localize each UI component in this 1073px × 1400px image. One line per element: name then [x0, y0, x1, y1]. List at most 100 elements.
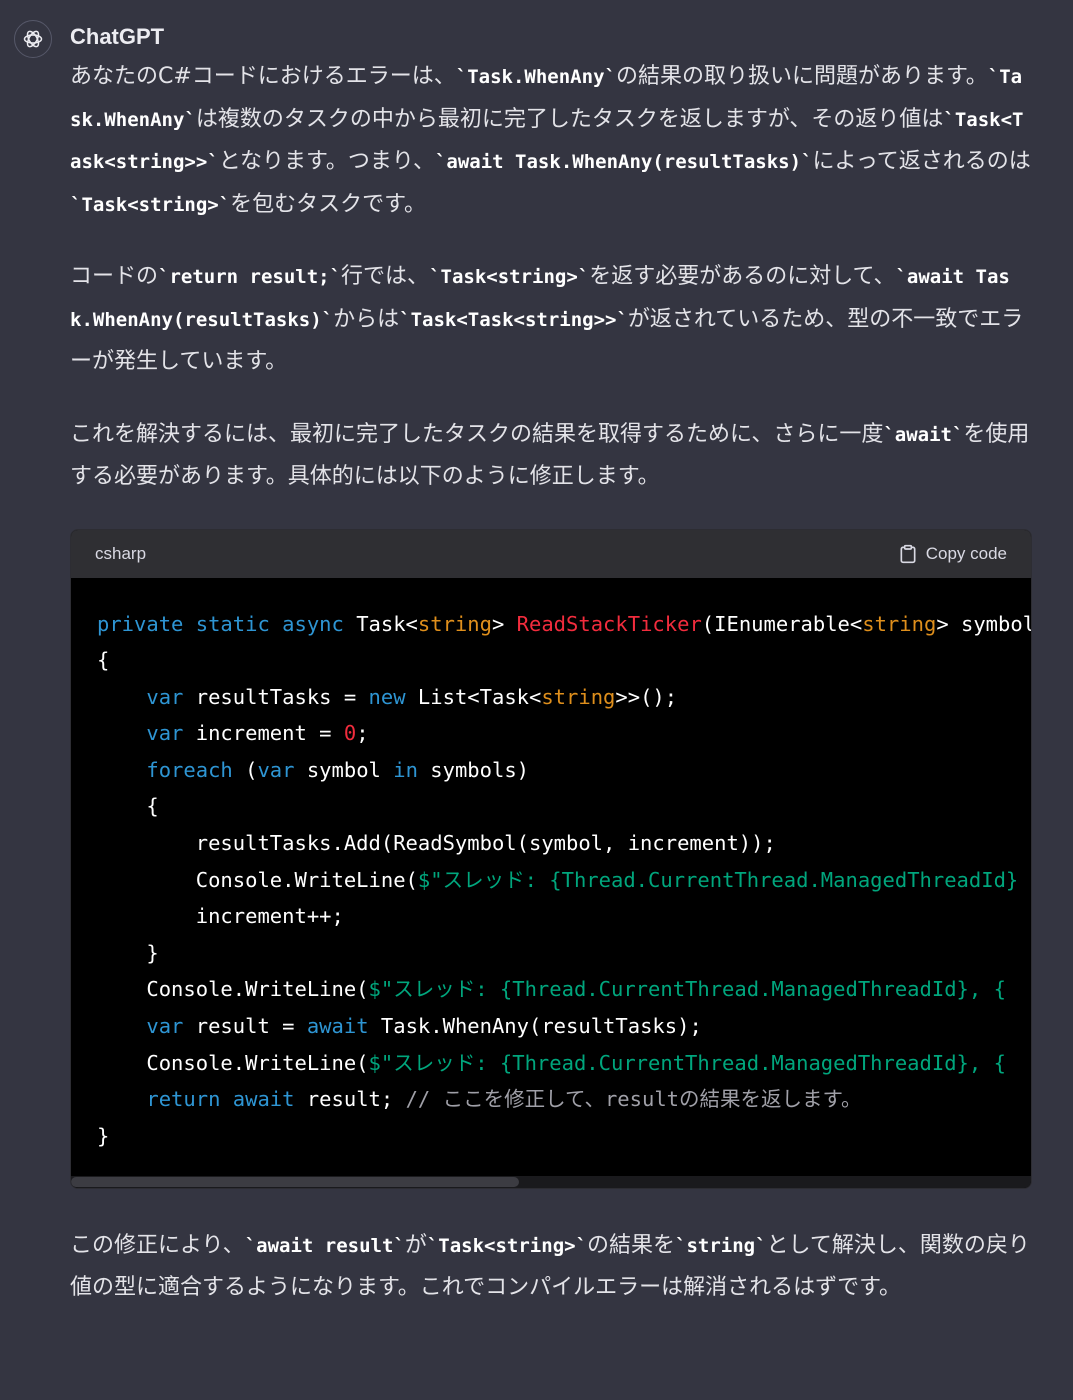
code-line: var result = await Task.WhenAny(resultTa… — [97, 1014, 702, 1039]
inline-code: `Task<Task<string>>` — [399, 308, 628, 331]
code-token: 0 — [343, 721, 357, 746]
code-token: Task.WhenAny(resultTasks); — [368, 1014, 702, 1039]
code-token: } — [97, 1123, 110, 1148]
text-segment: となります。つまり、 — [218, 149, 435, 174]
code-token: private static async — [97, 611, 357, 636]
code-language-label: csharp — [95, 543, 147, 563]
text-segment: は複数のタスクの中から最初に完了したタスクを返しますが、その返り値は — [195, 106, 944, 132]
code-token: var — [146, 721, 184, 746]
assistant-message: あなたのC#コードにおけるエラーは、`Task.WhenAny`の結果の取り扱い… — [70, 56, 1032, 1310]
code-line: increment++; — [97, 904, 344, 928]
code-token: ( — [232, 757, 258, 782]
code-line: private static async Task<string> ReadSt… — [97, 612, 1031, 636]
code-token: resultTasks = — [183, 684, 369, 709]
code-token: (IEnumerable< — [701, 611, 863, 636]
code-token: increment = — [183, 721, 344, 746]
code-line: } — [97, 1124, 109, 1148]
code-token: foreach — [146, 757, 233, 782]
code-token: string — [862, 611, 937, 636]
code-token: >>(); — [615, 684, 678, 709]
message-paragraph-2: コードの`return result;`行では、`Task<string>`を返… — [70, 256, 1032, 384]
inline-code: `await Task.WhenAny(resultTasks)` — [434, 151, 813, 173]
scrollbar-thumb[interactable] — [71, 1176, 519, 1187]
text-segment: 行では、 — [341, 264, 430, 289]
code-token: string — [541, 684, 616, 709]
code-token: { — [97, 794, 159, 819]
assistant-avatar — [14, 20, 52, 58]
code-token: await — [306, 1014, 369, 1039]
code-line: Console.WriteLine($"スレッド: {Thread.Curren… — [97, 867, 1019, 892]
code-token: } — [97, 940, 159, 965]
inline-code: `return result;` — [158, 266, 342, 288]
code-token: var — [146, 684, 184, 709]
text-segment: コードの — [70, 264, 159, 289]
inline-code: `Task<string>` — [426, 1234, 588, 1257]
code-token: result; — [294, 1087, 406, 1112]
code-token: Console.WriteLine( — [97, 1050, 369, 1075]
inline-code: `await` — [883, 423, 964, 446]
inline-code: `await result` — [244, 1234, 405, 1257]
code-token: $"スレッド: {Thread.CurrentThread.ManagedThr… — [368, 977, 1006, 1002]
code-token: var — [257, 757, 295, 782]
code-block-header: csharp Copy code — [71, 529, 1031, 578]
code-line: return await result; // ここを修正して、resultの結… — [97, 1087, 861, 1111]
text-segment: の結果を — [587, 1232, 676, 1258]
code-token: increment++; — [97, 904, 344, 929]
code-token: Console.WriteLine( — [97, 977, 369, 1002]
code-line: foreach (var symbol in symbols) — [97, 758, 529, 782]
clipboard-icon — [900, 544, 916, 563]
code-token: symbol — [294, 757, 394, 782]
text-segment: を返す必要があるのに対して、 — [589, 264, 896, 289]
code-token: ; — [356, 721, 369, 746]
code-line: var increment = 0; — [97, 721, 369, 746]
copy-code-label: Copy code — [925, 543, 1007, 563]
message-paragraph-1: あなたのC#コードにおけるエラーは、`Task.WhenAny`の結果の取り扱い… — [70, 56, 1032, 226]
horizontal-scrollbar[interactable] — [71, 1175, 1031, 1188]
code-token: $"スレッド: {Thread.CurrentThread.ManagedThr… — [417, 867, 1019, 892]
text-segment: が — [404, 1232, 427, 1258]
text-segment: の結果の取り扱いに問題があります。 — [615, 64, 988, 89]
code-token: new — [368, 684, 406, 709]
code-block: csharp Copy code private static async Ta… — [70, 528, 1032, 1189]
author-name: ChatGPT — [70, 24, 165, 49]
code-token: Console.WriteLine( — [97, 867, 418, 892]
inline-code: `Task<string>` — [429, 266, 590, 288]
text-segment: この修正により、 — [70, 1232, 245, 1258]
code-token: Task< — [356, 611, 418, 636]
code-line: } — [97, 940, 159, 965]
text-segment: によって返されるのは — [812, 149, 1031, 174]
code-body: private static async Task<string> ReadSt… — [71, 578, 1031, 1188]
code-token: symbols) — [417, 757, 530, 782]
code-token: var — [146, 1014, 184, 1039]
code-line: Console.WriteLine($"スレッド: {Thread.Curren… — [97, 977, 1006, 1001]
copy-code-button[interactable]: Copy code — [898, 544, 1007, 564]
code-token: result = — [183, 1014, 307, 1039]
code-token: > symbols) — [936, 611, 1031, 636]
code-token: ReadStackTicker — [516, 611, 702, 636]
inline-code: `Task<string>` — [70, 193, 231, 216]
code-token: in — [393, 757, 418, 782]
text-segment: これを解決するには、最初に完了したタスクの結果を取得するために、さらに一度 — [70, 421, 884, 447]
inline-code: `Task.WhenAny` — [455, 66, 616, 88]
code-line: var resultTasks = new List<Task<string>>… — [97, 685, 677, 709]
code-token: // ここを修正して、resultの結果を返します。 — [405, 1087, 862, 1112]
openai-logo-icon — [23, 30, 43, 48]
inline-code: `string` — [675, 1234, 767, 1257]
text-segment: からは — [333, 306, 400, 332]
code-token: List<Task< — [405, 684, 542, 709]
message-paragraph-3: これを解決するには、最初に完了したタスクの結果を取得するために、さらに一度`aw… — [70, 414, 1032, 499]
code-content: private static async Task<string> ReadSt… — [71, 578, 1031, 1155]
text-segment: あなたのC#コードにおけるエラーは、 — [70, 64, 456, 89]
code-token: string — [417, 611, 492, 636]
code-line: { — [97, 794, 159, 819]
code-token: { — [97, 648, 110, 673]
code-line: { — [97, 648, 109, 672]
code-token: return await — [146, 1087, 295, 1112]
code-token: > — [491, 611, 517, 636]
message-paragraph-4: この修正により、`await result`が`Task<string>`の結果… — [70, 1225, 1032, 1310]
